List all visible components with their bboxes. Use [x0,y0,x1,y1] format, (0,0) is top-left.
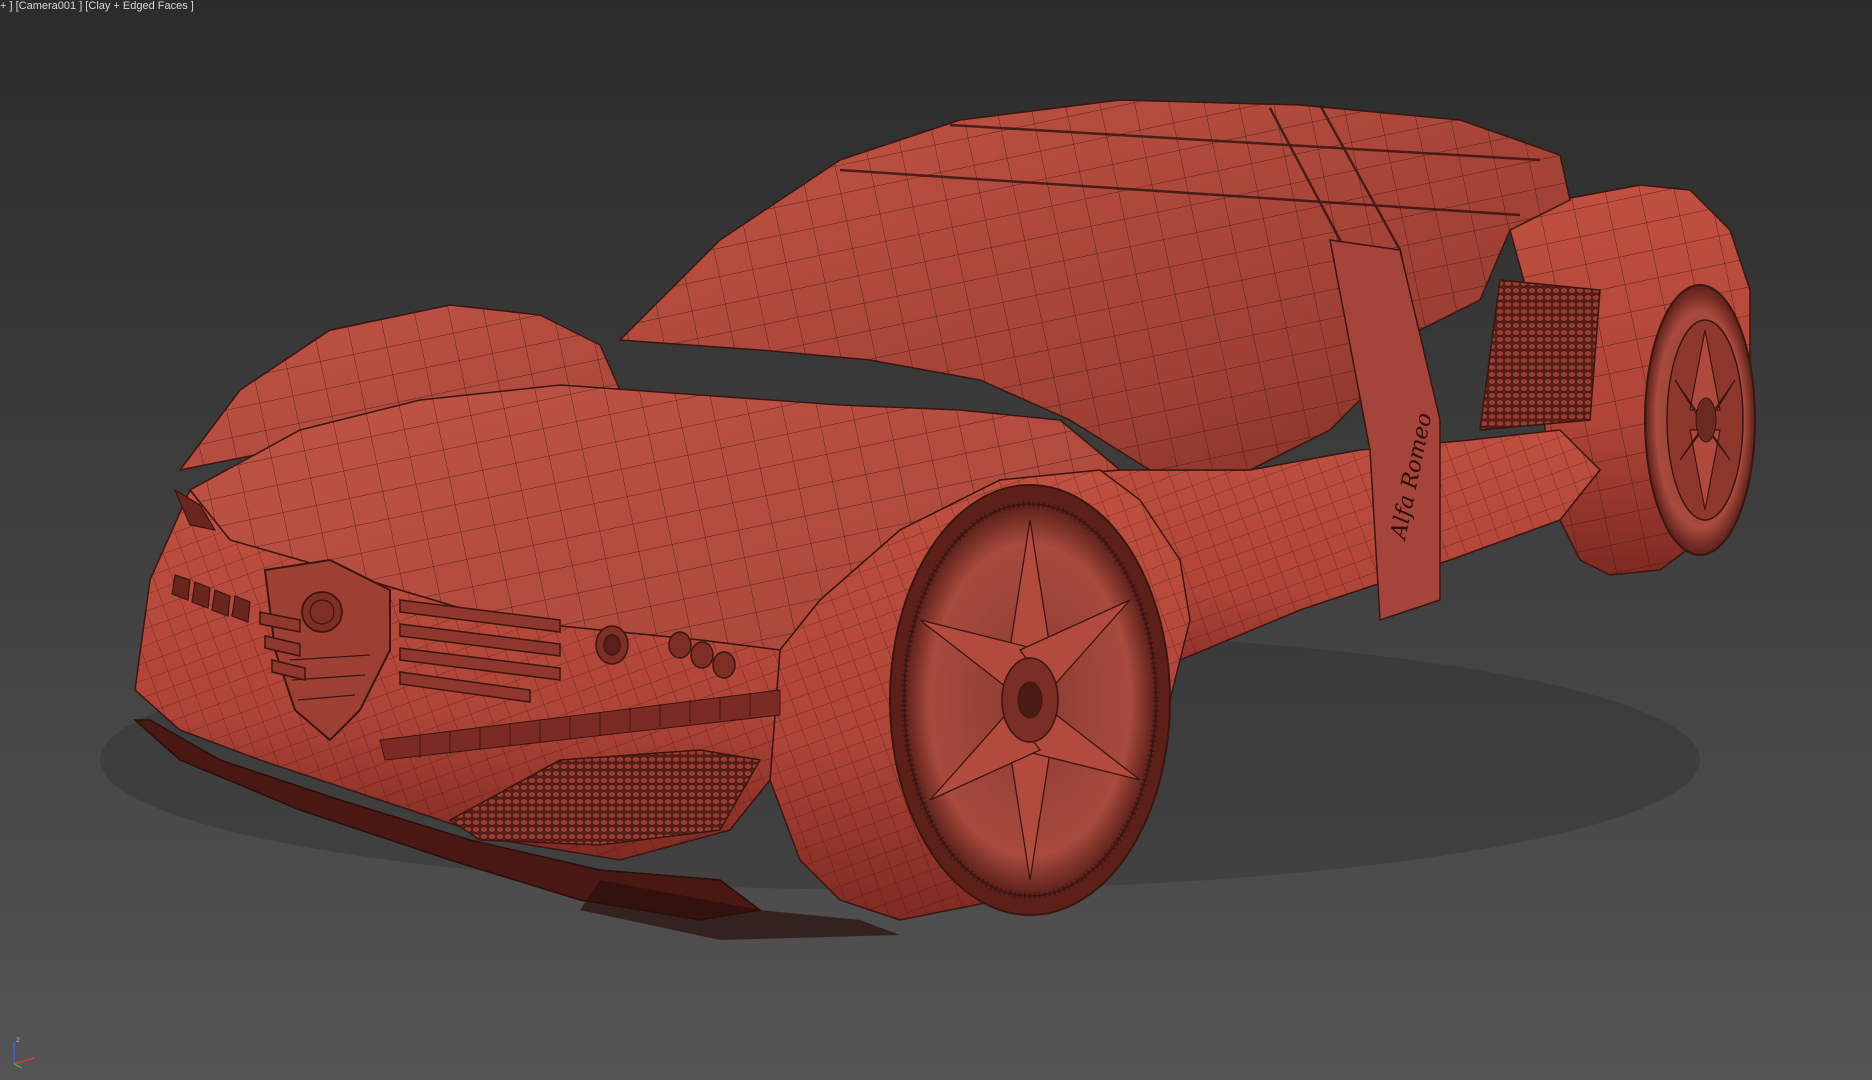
car-model-render[interactable]: Alfa Romeo [0,0,1872,1080]
viewport-label-separator: ] [ [76,0,89,12]
side-intake-mesh [1479,279,1601,431]
viewport-shading-menu[interactable]: Clay + Edged Faces [88,0,187,12]
viewport-label-end: ] [187,0,194,12]
viewport-camera-menu[interactable]: Camera001 [19,0,76,12]
axis-tripod-icon: z [13,1035,35,1069]
viewport-label: + ] [Camera001 ] [Clay + Edged Faces ] [0,0,194,13]
front-wheel [889,484,1171,916]
viewport[interactable]: + ] [Camera001 ] [Clay + Edged Faces ] A… [0,0,1872,1080]
axis-z-label: z [16,1035,20,1044]
grille-emblem [301,591,343,633]
viewport-plus-menu[interactable]: + ] [ [0,0,19,12]
